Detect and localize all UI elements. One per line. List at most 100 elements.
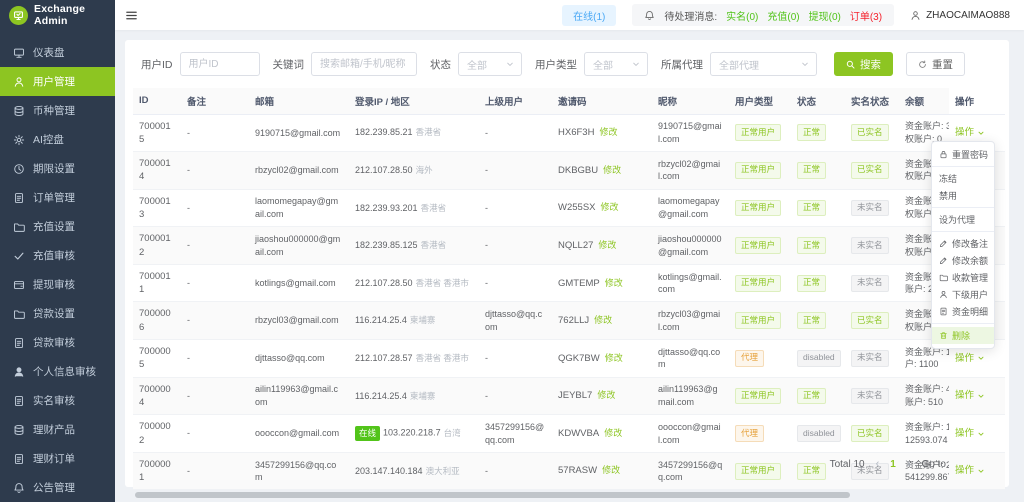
realname-badge: 未实名 xyxy=(851,387,889,405)
sidebar-item-币种管理[interactable]: 币种管理 xyxy=(0,96,115,125)
status-badge: 正常 xyxy=(797,312,827,330)
chevron-down-icon xyxy=(977,392,985,400)
table-row: 7000005- djttasso@qq.com 212.107.28.57 香港省 … xyxy=(133,339,1005,378)
table-row: 7000006- rbzycl03@gmail.com 116.214.25.4 柬埔… xyxy=(133,301,1005,341)
modify-invite-link[interactable]: 修改 xyxy=(594,315,612,325)
status-select[interactable]: 全部 xyxy=(458,52,522,76)
user-type-select[interactable]: 全部 xyxy=(584,52,648,76)
next-page-button[interactable]: › xyxy=(907,458,911,470)
dropdown-item-收款管理[interactable]: 收款管理 xyxy=(932,269,994,286)
user-type-badge: 正常用户 xyxy=(735,312,782,330)
sidebar-item-充值审核[interactable]: 充值审核 xyxy=(0,241,115,270)
sidebar-item-用户管理[interactable]: 用户管理 xyxy=(0,67,115,96)
pending-counter[interactable]: 提现(0) xyxy=(809,8,841,23)
cell-nickname: kotlings@gmail.com xyxy=(652,264,729,303)
pending-counter[interactable]: 订单(3) xyxy=(850,8,882,23)
status-badge: 正常 xyxy=(797,124,827,142)
cell-invite-code: QGK7BW 修改 xyxy=(552,339,652,378)
pending-counter[interactable]: 充值(0) xyxy=(767,8,799,23)
hamburger-icon[interactable] xyxy=(125,9,138,22)
sidebar-item-label: 期限设置 xyxy=(33,163,75,175)
sidebar-item-理财产品[interactable]: 理财产品 xyxy=(0,415,115,444)
dropdown-item-删除[interactable]: 删除 xyxy=(932,327,994,344)
modify-invite-link[interactable]: 修改 xyxy=(605,353,623,363)
sidebar-item-仪表盘[interactable]: 仪表盘 xyxy=(0,38,115,67)
cell-email: kotlings@gmail.com xyxy=(249,264,349,303)
modify-invite-link[interactable]: 修改 xyxy=(604,428,622,438)
cell-user-id: 7000012 xyxy=(133,226,181,265)
sidebar-item-label: 用户管理 xyxy=(33,76,75,88)
region-text: 海外 xyxy=(415,164,433,175)
cell-ip-region: 116.214.25.4 柬埔寨 xyxy=(349,377,479,416)
reset-button[interactable]: 重置 xyxy=(906,52,965,76)
page-number[interactable]: 1 xyxy=(890,459,896,470)
dropdown-item-修改备注[interactable]: 修改备注 xyxy=(932,235,994,252)
keyword-input[interactable] xyxy=(311,52,417,76)
user-type-badge: 代理 xyxy=(735,425,765,442)
dropdown-item-重置密码[interactable]: 重置密码 xyxy=(932,146,994,163)
sidebar-item-个人信息审核[interactable]: 个人信息审核 xyxy=(0,357,115,386)
sidebar-item-公告管理[interactable]: 公告管理 xyxy=(0,473,115,502)
modify-invite-link[interactable]: 修改 xyxy=(602,465,620,475)
sidebar-item-贷款设置[interactable]: 贷款设置 xyxy=(0,299,115,328)
sidebar-item-期限设置[interactable]: 期限设置 xyxy=(0,154,115,183)
dropdown-item-冻结[interactable]: 冻结 xyxy=(932,170,994,187)
user-type-badge: 正常用户 xyxy=(735,124,782,142)
dropdown-item-修改余额[interactable]: 修改余额 xyxy=(932,252,994,269)
status-badge: 正常 xyxy=(797,387,827,405)
user-id-input[interactable] xyxy=(179,52,260,76)
agent-select[interactable]: 全部代理 xyxy=(710,52,817,76)
document-icon xyxy=(13,395,25,407)
cell-user-id: 7000014 xyxy=(133,151,181,190)
user-menu[interactable]: ZHAOCAIMAO888 xyxy=(910,10,1010,21)
cell-user-id: 7000005 xyxy=(133,339,181,378)
sidebar-item-订单管理[interactable]: 订单管理 xyxy=(0,183,115,212)
dropdown-divider xyxy=(932,323,994,324)
modify-invite-link[interactable]: 修改 xyxy=(601,202,619,212)
sidebar-item-实名审核[interactable]: 实名审核 xyxy=(0,386,115,415)
sidebar-item-AI控盘[interactable]: AI控盘 xyxy=(0,125,115,154)
column-header: ID xyxy=(133,88,181,115)
cell-invite-code: DKBGBU 修改 xyxy=(552,151,652,190)
modify-invite-link[interactable]: 修改 xyxy=(605,278,623,288)
search-button[interactable]: 搜索 xyxy=(834,52,893,76)
modify-invite-link[interactable]: 修改 xyxy=(598,240,616,250)
cell-realname-status: 已实名 xyxy=(845,114,899,153)
column-header: 用户类型 xyxy=(729,88,791,115)
prev-page-button[interactable]: ‹ xyxy=(876,458,880,470)
cell-status: 正常 xyxy=(791,377,845,416)
modify-invite-link[interactable]: 修改 xyxy=(599,127,617,137)
folder-icon xyxy=(13,308,25,320)
row-action-button[interactable]: 操作 xyxy=(955,389,985,402)
online-count-badge[interactable]: 在线(1) xyxy=(562,4,617,26)
row-action-button[interactable]: 操作 xyxy=(955,427,985,440)
dropdown-item-设为代理[interactable]: 设为代理 xyxy=(932,211,994,228)
modify-invite-link[interactable]: 修改 xyxy=(603,165,621,175)
cell-status: 正常 xyxy=(791,264,845,303)
cell-invite-code: 57RASW 修改 xyxy=(552,452,652,491)
cell-user-type: 代理 xyxy=(729,414,791,453)
pending-counter[interactable]: 实名(0) xyxy=(726,8,758,23)
dropdown-item-资金明细[interactable]: 资金明细 xyxy=(932,303,994,320)
modify-invite-link[interactable]: 修改 xyxy=(597,390,615,400)
region-text: 香港省 xyxy=(420,240,447,251)
sidebar-item-理财订单[interactable]: 理财订单 xyxy=(0,444,115,473)
status-badge: 正常 xyxy=(797,199,827,217)
sidebar-item-提现审核[interactable]: 提现审核 xyxy=(0,270,115,299)
row-action-button[interactable]: 操作 xyxy=(955,352,985,365)
row-action-button[interactable]: 操作 xyxy=(955,464,985,477)
horizontal-scrollbar xyxy=(133,492,1005,499)
dropdown-item-下级用户[interactable]: 下级用户 xyxy=(932,286,994,303)
wallet-icon xyxy=(13,279,25,291)
sidebar: Exchange Admin 仪表盘 用户管理 币种管理 AI控盘 期限设置 订单管理 充值… xyxy=(0,0,115,502)
sidebar-item-label: 币种管理 xyxy=(33,105,75,117)
cell-note: - xyxy=(181,226,249,265)
dropdown-item-禁用[interactable]: 禁用 xyxy=(932,187,994,204)
cell-note: - xyxy=(181,114,249,153)
dashboard-icon xyxy=(13,47,25,59)
scrollbar-thumb[interactable] xyxy=(135,492,850,499)
cell-email: 3457299156@qq.com xyxy=(249,452,349,491)
sidebar-item-充值设置[interactable]: 充值设置 xyxy=(0,212,115,241)
sidebar-item-贷款审核[interactable]: 贷款审核 xyxy=(0,328,115,357)
row-action-button[interactable]: 操作 xyxy=(955,126,985,139)
